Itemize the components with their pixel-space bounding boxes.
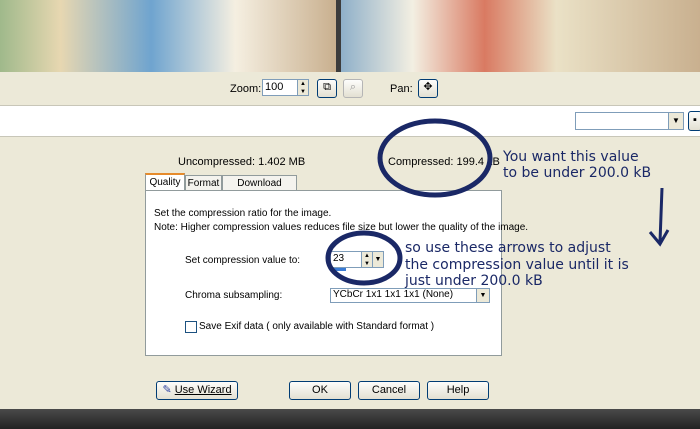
annotation-note-2c: just under 200.0 kB [405, 273, 543, 289]
spinner-circle [325, 230, 403, 286]
annotation-note-1b: to be under 200.0 kB [503, 165, 652, 181]
down-arrow [648, 187, 670, 247]
annotation-note-2b: the compression value until it is [405, 257, 629, 273]
annotation-note-1a: You want this value [503, 149, 639, 165]
compressed-circle [377, 118, 493, 198]
annotation-overlay [325, 118, 670, 286]
annotation-note-2a: so use these arrows to adjust [405, 240, 611, 256]
